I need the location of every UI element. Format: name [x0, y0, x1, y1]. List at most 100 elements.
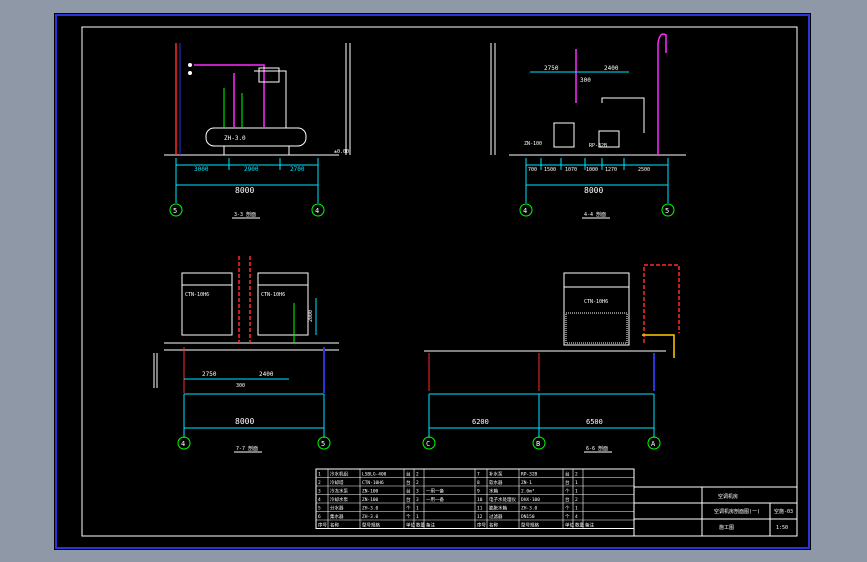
view-top-left: ZH-3.0 3000 2900 2700 8000 5 4 3-3 剖面 ±0… [164, 43, 351, 219]
dim-text: 1000 [586, 167, 598, 173]
dim-text: 300 [580, 77, 591, 84]
table-header: 名称 [330, 522, 339, 529]
drawing-canvas[interactable]: ZH-3.0 3000 2900 2700 8000 5 4 3-3 剖面 ±0… [54, 13, 811, 550]
pipe-white [601, 97, 645, 133]
dim-text: 2750 [544, 65, 559, 72]
valve-body [258, 67, 280, 83]
table-cell: LSBLG-400 [362, 472, 387, 478]
project-name: 空调机房 [718, 493, 738, 500]
table-cell: 1 [416, 506, 419, 512]
axis-label: 5 [665, 207, 669, 215]
table-cell: 2 [416, 472, 419, 478]
table-cell: 2 [416, 480, 419, 486]
table-cell: 台 [406, 496, 411, 503]
cooling-tower [563, 272, 630, 346]
table-cell: ZN-100 [362, 489, 379, 495]
frame-inner [81, 26, 798, 537]
table-cell: 台 [565, 479, 570, 486]
dim-text: 2000 [308, 310, 314, 322]
table-cell: 5 [318, 506, 321, 512]
cad-viewport[interactable]: ZH-3.0 3000 2900 2700 8000 5 4 3-3 剖面 ±0… [0, 0, 867, 562]
dim-text: 2900 [244, 166, 259, 173]
table-cell: 台 [406, 488, 411, 495]
cooling-tower-1-top [181, 272, 233, 286]
table-cell: 软水器 [489, 479, 503, 486]
table-cell: 电子水处理仪 [489, 496, 516, 503]
table-header: 序号 [477, 522, 486, 529]
dim-total: 8000 [235, 186, 254, 195]
table-cell: 冷却水泵 [330, 496, 348, 503]
cooling-tower-label: CTN-10H6 [584, 299, 608, 305]
equipment-table: 1 冷水机组 LSBLG-400 台 22 冷却塔 CTN-10H6 台 23 冷冻水泵 ZN-10… [315, 468, 635, 529]
cooling-tower-label: CTN-10H6 [261, 292, 285, 298]
axis-label: B [536, 440, 540, 448]
dim-text: 700 [528, 167, 537, 173]
valve-marker [188, 71, 192, 75]
manifold-label: ZH-3.0 [224, 135, 246, 142]
table-cell: 3 [416, 497, 419, 503]
table-cell: 台 [565, 496, 570, 503]
dim-total: 8000 [584, 186, 603, 195]
cooling-tower-label: CTN-10H6 [185, 292, 209, 298]
table-cell: 过滤器 [489, 513, 503, 520]
view-name: 3-3 剖面 [234, 211, 256, 218]
table-cell: ZH-3.0 [362, 514, 379, 520]
manifold-tank [205, 127, 307, 147]
table-cell: 补水泵 [489, 471, 503, 478]
dim-total: 8000 [235, 417, 254, 426]
dim-text: 300 [236, 383, 245, 389]
valve-marker [188, 63, 192, 67]
table-cell: 1 [575, 506, 578, 512]
table-cell: 7 [477, 472, 480, 478]
axis-label: 4 [523, 207, 527, 215]
level-mark: ±0.00 [334, 149, 349, 155]
pipe-red [643, 264, 680, 343]
dim-text: 6500 [586, 418, 603, 426]
table-cell: 膨胀水箱 [489, 505, 507, 512]
table-cell: 6 [318, 514, 321, 520]
pipe-magenta [657, 33, 667, 53]
table-cell: 冷冻水泵 [330, 488, 348, 495]
pump-label: ZN-100 [524, 141, 542, 147]
cooling-tower-2 [257, 272, 309, 336]
axis-label: 5 [321, 440, 325, 448]
table-cell: 2 [575, 472, 578, 478]
drawing-number: 空施-03 [774, 508, 793, 515]
table-cell: 1 [575, 489, 578, 495]
dim-text: 3000 [194, 166, 209, 173]
table-cell: 1 [318, 472, 321, 478]
table-cell: 水箱 [489, 488, 498, 495]
view-name: 6-6 剖面 [586, 445, 608, 452]
table-header: 序号 [318, 522, 327, 529]
table-cell: ZH-3.0 [362, 506, 379, 512]
table-cell: 10 [477, 497, 483, 503]
view-top-right: ZN-100 RP-32B 2750 2400 300 700 1500 107… [490, 33, 686, 219]
table-cell: 4 [318, 497, 321, 503]
pump-label: RP-32B [589, 143, 607, 149]
table-cell: 一用一备 [426, 488, 444, 495]
dim-text: 2750 [202, 371, 217, 378]
table-cell: 12 [477, 514, 483, 520]
pump-body [553, 122, 575, 148]
view-name: 4-4 剖面 [584, 211, 606, 218]
table-cell: 分水器 [330, 505, 344, 512]
table-cell: DN150 [521, 514, 535, 520]
table-cell: ZN-1 [521, 480, 532, 486]
table-header: 型号规格 [362, 522, 380, 529]
table-cell: 集水器 [330, 513, 344, 520]
axis-label: C [426, 440, 430, 448]
table-cell: CTN-10H6 [362, 480, 384, 486]
frame-outer [55, 14, 810, 549]
table-cell: RP-32B [521, 472, 538, 478]
table-cell: 8 [477, 480, 480, 486]
table-cell: DHX-100 [521, 497, 540, 503]
table-header: 名称 [489, 522, 498, 529]
table-cell: 个 [565, 514, 570, 520]
dim-text: 1500 [544, 167, 556, 173]
table-header: 备注 [426, 522, 435, 529]
dim-text: 1270 [605, 167, 617, 173]
table-header: 型号规格 [521, 522, 539, 529]
table-cell: 2 [575, 497, 578, 503]
cooling-tower-fill [565, 312, 628, 344]
dim-text: 2700 [290, 166, 305, 173]
